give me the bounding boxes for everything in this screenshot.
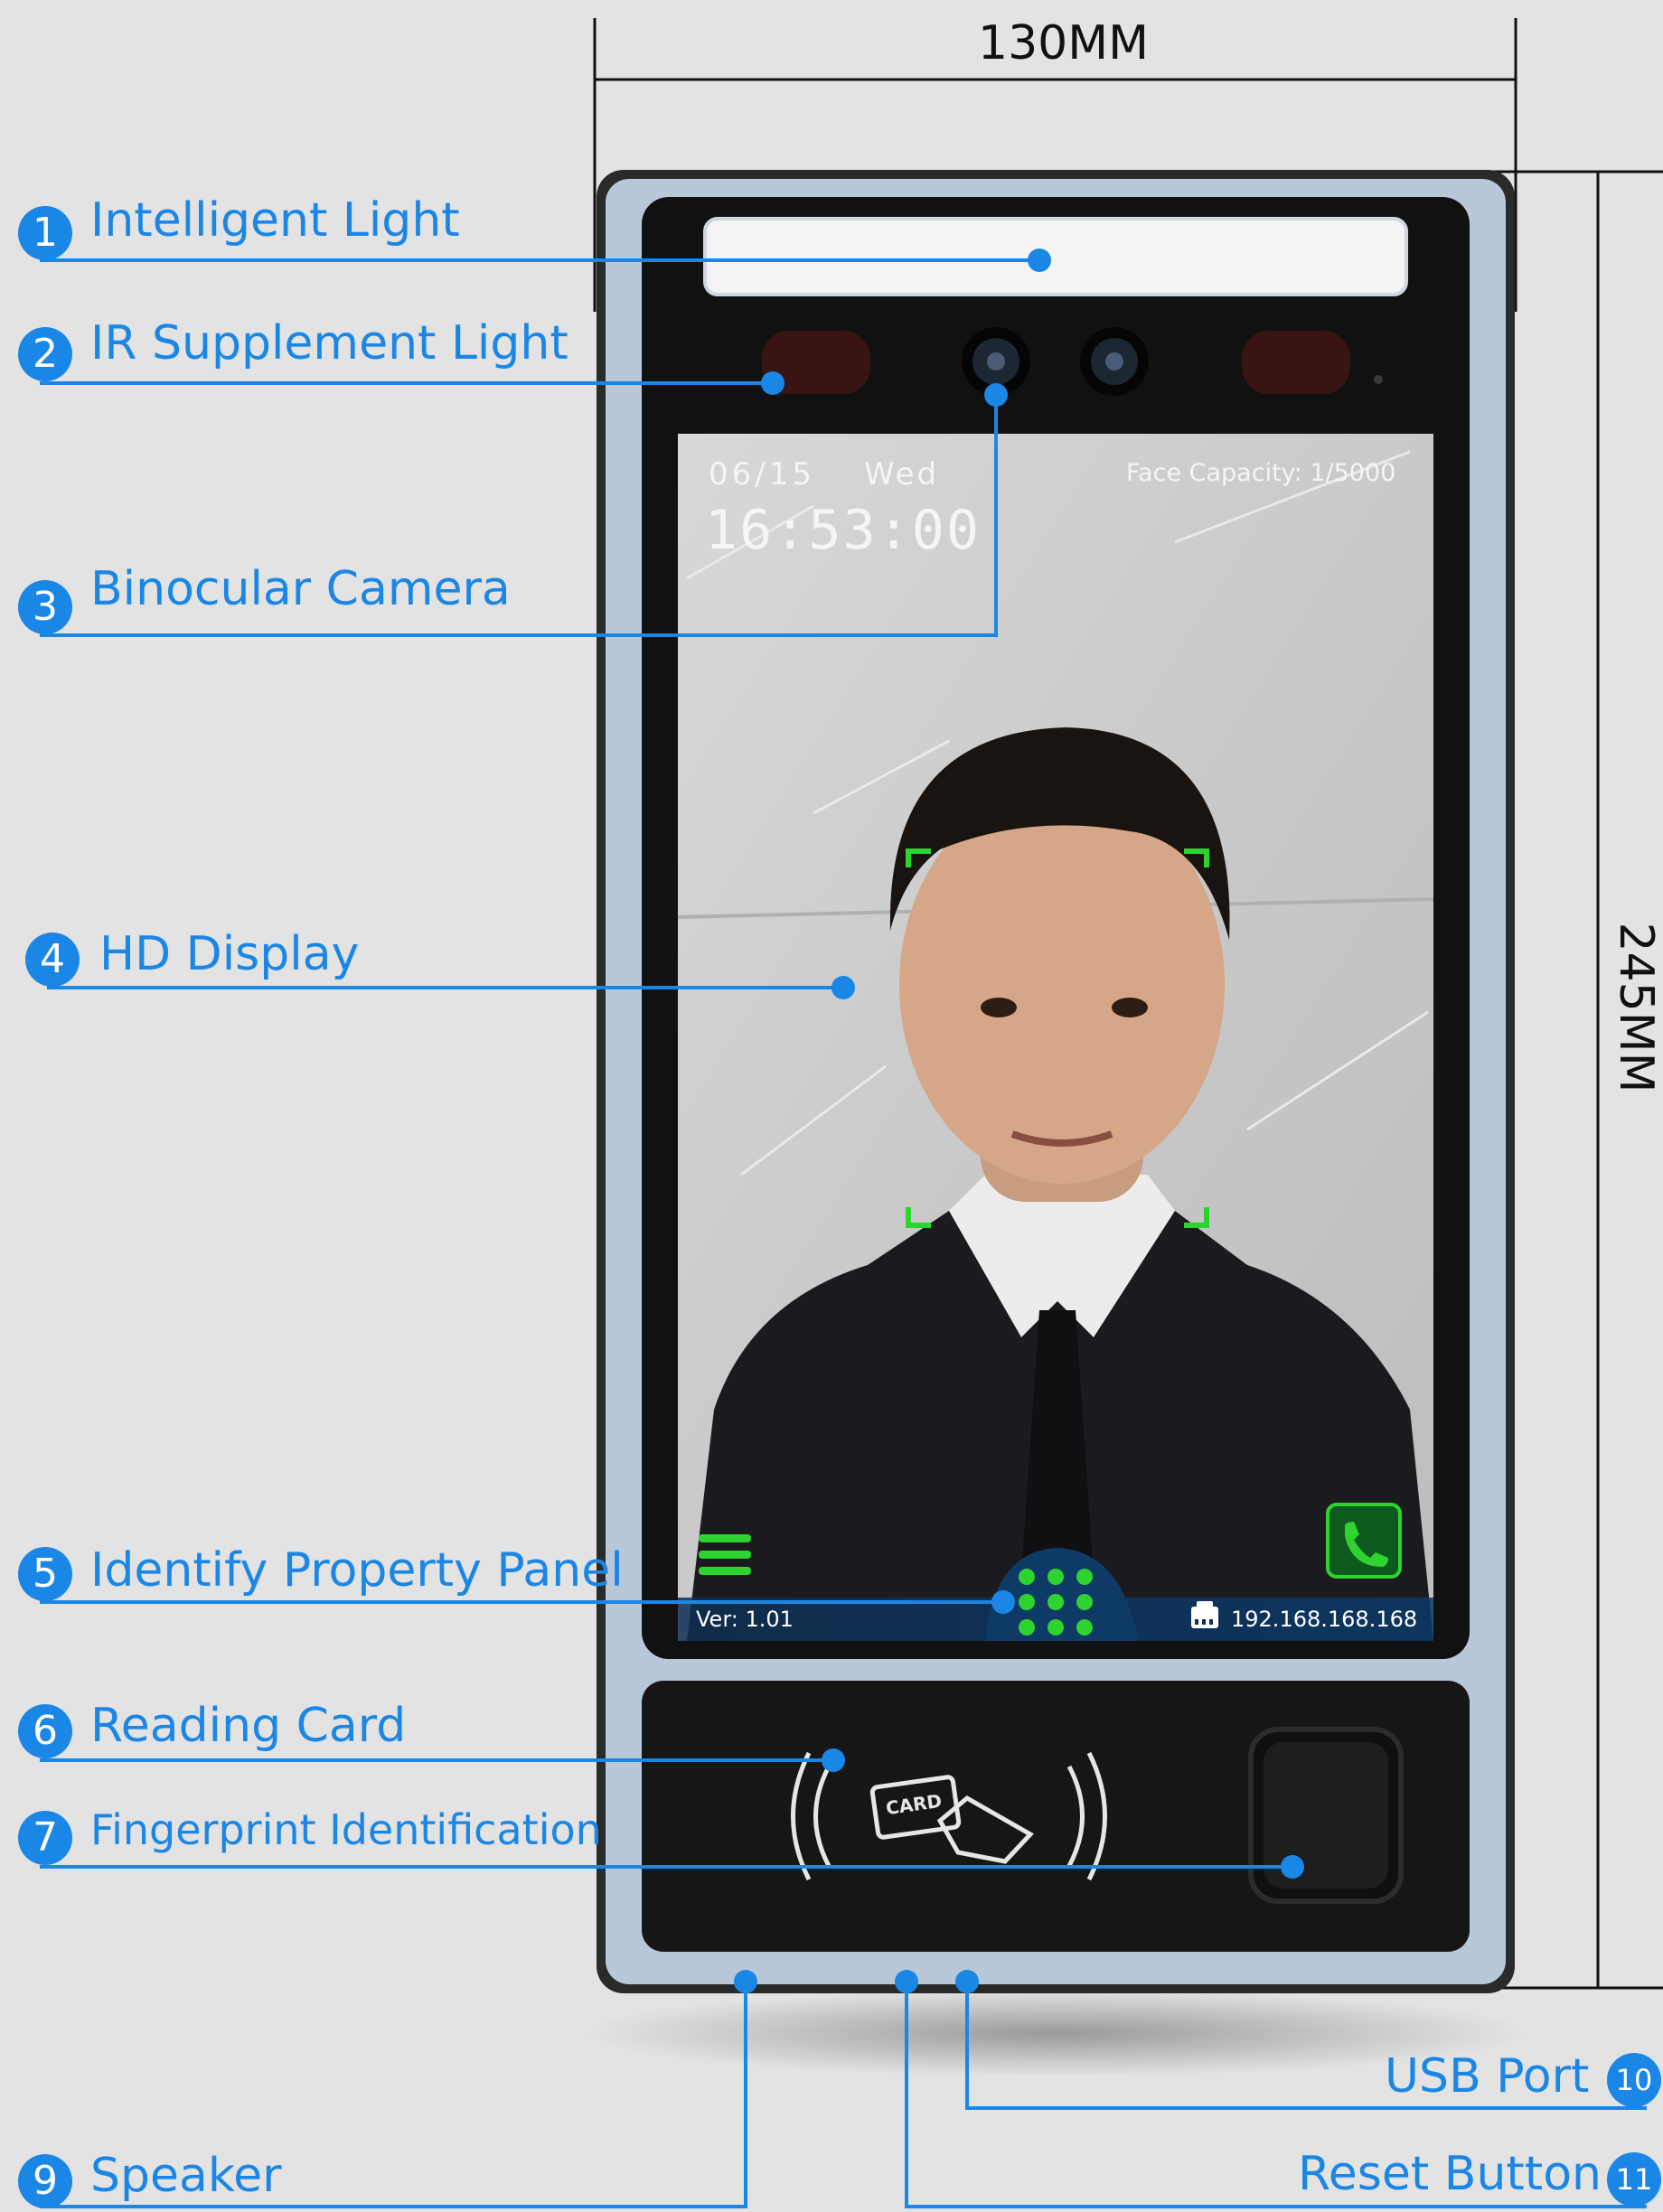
callout-label-ir-supplement-light: IR Supplement Light xyxy=(90,316,568,370)
screen-weekday: Wed xyxy=(864,456,940,492)
width-label: 130MM xyxy=(978,16,1149,70)
keypad-icon xyxy=(1019,1569,1093,1636)
callout-badge-3: 3 xyxy=(18,580,72,634)
light-sensor xyxy=(1374,375,1383,384)
phone-icon xyxy=(1326,1503,1402,1579)
callout-label-fingerprint-identification: Fingerprint Identification xyxy=(90,1805,602,1854)
screen-time: 16:53:00 xyxy=(705,499,981,562)
callout-label-reading-card: Reading Card xyxy=(90,1699,407,1753)
callout-badge-2: 2 xyxy=(18,327,72,381)
callout-label-usb-port: USB Port xyxy=(1385,2049,1590,2104)
ip-address: 192.168.168.168 xyxy=(1231,1607,1418,1632)
callout-badge-6: 6 xyxy=(18,1704,72,1758)
callout-label-intelligent-light: Intelligent Light xyxy=(90,193,460,248)
callout-label-speaker: Speaker xyxy=(90,2149,282,2203)
callout-label-binocular-camera: Binocular Camera xyxy=(90,562,511,616)
menu-icon xyxy=(699,1534,751,1575)
height-label: 245MM xyxy=(1609,922,1663,1093)
intelligent-light-bar xyxy=(703,217,1408,296)
face-capacity: Face Capacity: 1/5000 xyxy=(1126,459,1396,487)
callout-badge-10: 10 xyxy=(1607,2053,1661,2107)
ir-light-right xyxy=(1242,331,1350,394)
callout-label-hd-display: HD Display xyxy=(99,927,360,981)
hd-display xyxy=(677,434,1434,1641)
fingerprint-sensor-icon xyxy=(1248,1727,1404,1904)
callout-label-identify-property-panel: Identify Property Panel xyxy=(90,1543,624,1598)
callout-badge-5: 5 xyxy=(18,1547,72,1601)
callout-badge-7: 7 xyxy=(18,1811,72,1865)
screen-date: 06/15 xyxy=(709,456,815,492)
callout-badge-11: 11 xyxy=(1607,2152,1661,2207)
callout-badge-9: 9 xyxy=(18,2154,72,2208)
callout-badge-4: 4 xyxy=(25,933,80,987)
version-text: Ver: 1.01 xyxy=(696,1607,794,1632)
callout-label-reset-button: Reset Button xyxy=(1298,2147,1602,2201)
callout-badge-1: 1 xyxy=(18,206,72,260)
